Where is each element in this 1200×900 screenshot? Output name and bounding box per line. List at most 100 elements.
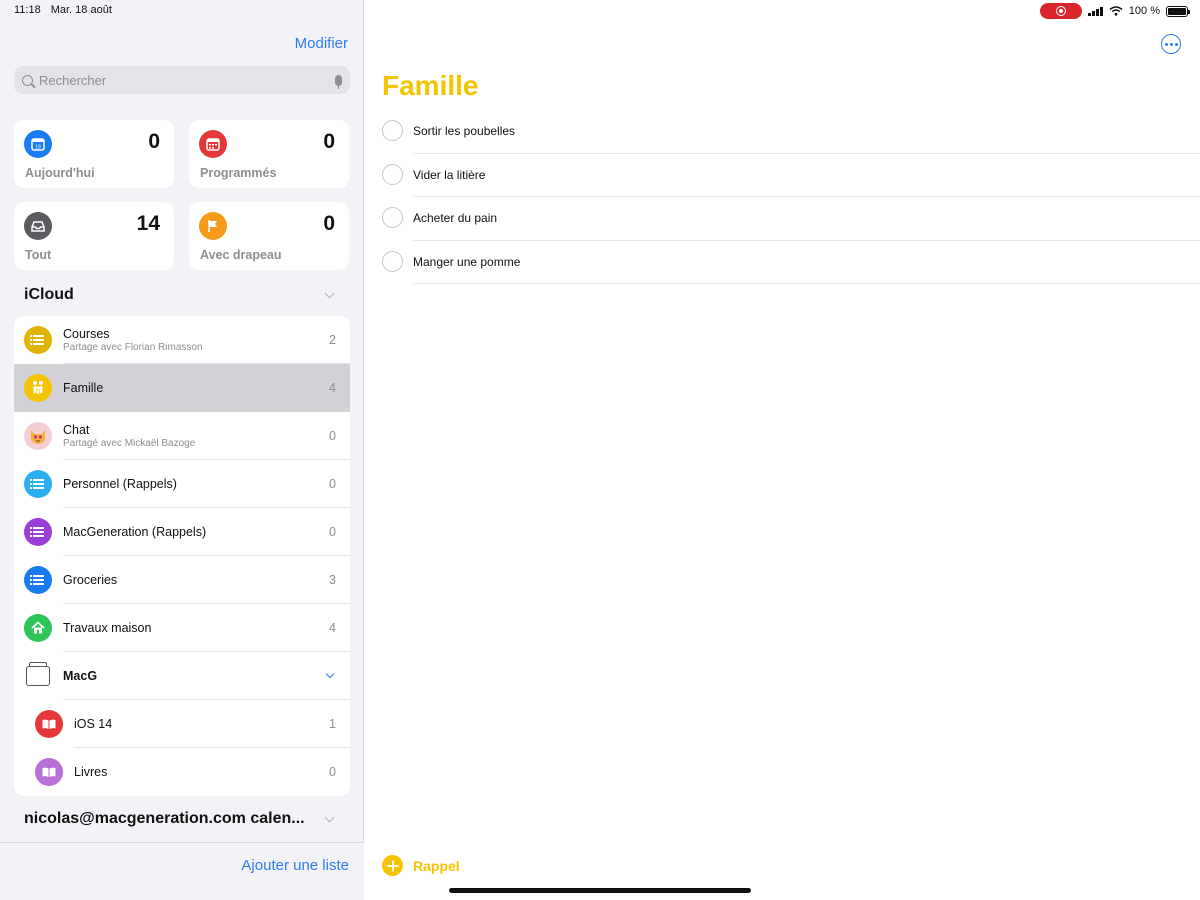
list-name: Courses (63, 327, 110, 341)
microphone-icon[interactable] (335, 74, 342, 89)
list-name: Chat (63, 423, 90, 437)
smart-list-today[interactable]: 18 0 Aujourd'hui (14, 120, 174, 188)
reminders-list: Sortir les poubelles Vider la litière Ac… (365, 110, 1200, 284)
search-icon (22, 74, 33, 86)
battery-icon (1166, 5, 1190, 17)
status-bar-left: 11:18 Mar. 18 août (14, 4, 112, 16)
list-count: 4 (329, 621, 336, 635)
reminder-item[interactable]: Vider la litière (365, 154, 1200, 197)
smart-list-scheduled[interactable]: 0 Programmés (189, 120, 349, 188)
list-item-macgeneration[interactable]: MacGeneration (Rappels) 0 (14, 508, 350, 556)
list-item-chat[interactable]: Chat Partagé avec Mickaël Bazoge 0 (14, 412, 350, 460)
group-name: MacG (63, 669, 98, 683)
section-header-account[interactable]: nicolas@macgeneration.com calen... (24, 810, 305, 828)
sidebar-toolbar: Ajouter une liste (0, 842, 364, 900)
scheduled-label: Programmés (200, 166, 277, 180)
list-count: 0 (329, 429, 336, 443)
list-name: iOS 14 (74, 717, 113, 731)
book-icon (35, 758, 63, 786)
list-count: 2 (329, 333, 336, 347)
home-indicator[interactable] (449, 888, 751, 893)
reminder-title[interactable]: Manger une pomme (413, 255, 520, 269)
status-date: Mar. 18 août (50, 4, 112, 16)
list-count: 4 (329, 381, 336, 395)
lists-group: Courses Partage avec Florian Rimasson 2 … (14, 316, 350, 796)
list-subtitle: Partagé avec Mickaël Bazoge (63, 438, 196, 449)
complete-checkbox[interactable] (382, 120, 403, 141)
smart-list-all[interactable]: 14 Tout (14, 202, 174, 270)
wifi-icon (1109, 6, 1123, 16)
list-item-famille[interactable]: Famille 4 (14, 364, 350, 412)
list-name: MacGeneration (Rappels) (63, 525, 207, 539)
flagged-count: 0 (323, 212, 335, 235)
house-icon (24, 614, 52, 642)
svg-text:18: 18 (35, 145, 41, 151)
list-count: 3 (329, 573, 336, 587)
reminder-item[interactable]: Manger une pomme (365, 241, 1200, 284)
flagged-label: Avec drapeau (200, 248, 282, 262)
list-detail: 100 % Famille Sortir les poubelles Vider… (365, 0, 1200, 900)
complete-checkbox[interactable] (382, 250, 403, 272)
flag-icon (199, 212, 227, 240)
calendar-grid-icon (199, 130, 227, 158)
list-name: Groceries (63, 573, 118, 587)
list-count: 0 (329, 525, 336, 539)
status-bar-right: 100 % (1039, 3, 1190, 19)
calendar-today-icon: 18 (24, 130, 52, 158)
add-reminder-label: Rappel (413, 857, 460, 874)
list-name: Famille (63, 381, 104, 395)
section-header-icloud[interactable]: iCloud (24, 286, 74, 304)
edit-button[interactable]: Modifier (295, 35, 348, 52)
list-count: 0 (329, 765, 336, 779)
all-count: 14 (136, 212, 160, 235)
list-group-macg[interactable]: MacG (14, 652, 350, 700)
list-item-ios14[interactable]: iOS 14 1 (14, 700, 350, 748)
battery-percentage: 100 % (1128, 5, 1160, 17)
search-bar[interactable] (14, 66, 350, 94)
list-item-travaux-maison[interactable]: Travaux maison 4 (14, 604, 350, 652)
today-label: Aujourd'hui (25, 166, 95, 180)
add-list-button[interactable]: Ajouter une liste (241, 857, 349, 874)
add-reminder-button[interactable]: Rappel (382, 855, 460, 876)
reminder-item[interactable]: Sortir les poubelles (365, 110, 1200, 154)
status-time: 11:18 (14, 4, 41, 16)
list-name: Livres (74, 765, 108, 779)
today-count: 0 (148, 130, 160, 153)
sidebar: 11:18 Mar. 18 août Modifier 18 0 Aujourd… (0, 0, 364, 900)
search-input[interactable] (39, 72, 335, 88)
reminder-title[interactable]: Acheter du pain (413, 211, 497, 225)
list-item-livres[interactable]: Livres 0 (14, 748, 350, 796)
screen-recording-icon[interactable] (1039, 3, 1082, 19)
cellular-signal-icon (1087, 6, 1103, 16)
all-label: Tout (25, 248, 52, 262)
list-icon (24, 566, 52, 594)
list-icon (24, 326, 52, 354)
family-icon (24, 374, 52, 402)
more-options-icon[interactable] (1161, 34, 1181, 54)
folder-stack-icon (26, 662, 50, 686)
scheduled-count: 0 (323, 130, 335, 153)
list-name: Personnel (Rappels) (63, 477, 177, 491)
cat-face-icon (24, 422, 52, 450)
list-icon (24, 470, 52, 498)
list-subtitle: Partage avec Florian Rimasson (63, 342, 203, 353)
chevron-down-icon[interactable] (324, 288, 335, 299)
list-title: Famille (382, 70, 479, 101)
smart-list-flagged[interactable]: 0 Avec drapeau (189, 202, 349, 270)
list-item-courses[interactable]: Courses Partage avec Florian Rimasson 2 (14, 316, 350, 364)
complete-checkbox[interactable] (382, 207, 403, 228)
list-icon (24, 518, 52, 546)
list-count: 1 (329, 717, 336, 731)
plus-circle-icon (382, 855, 403, 876)
reminder-title[interactable]: Sortir les poubelles (413, 124, 515, 138)
reminder-item[interactable]: Acheter du pain (365, 197, 1200, 241)
complete-checkbox[interactable] (382, 163, 403, 185)
list-item-groceries[interactable]: Groceries 3 (14, 556, 350, 604)
list-name: Travaux maison (63, 621, 152, 635)
list-count: 0 (329, 477, 336, 491)
reminder-title[interactable]: Vider la litière (413, 168, 485, 182)
book-icon (35, 710, 63, 738)
list-item-personnel[interactable]: Personnel (Rappels) 0 (14, 460, 350, 508)
chevron-down-icon[interactable] (324, 812, 335, 823)
chevron-down-icon[interactable] (325, 669, 335, 679)
